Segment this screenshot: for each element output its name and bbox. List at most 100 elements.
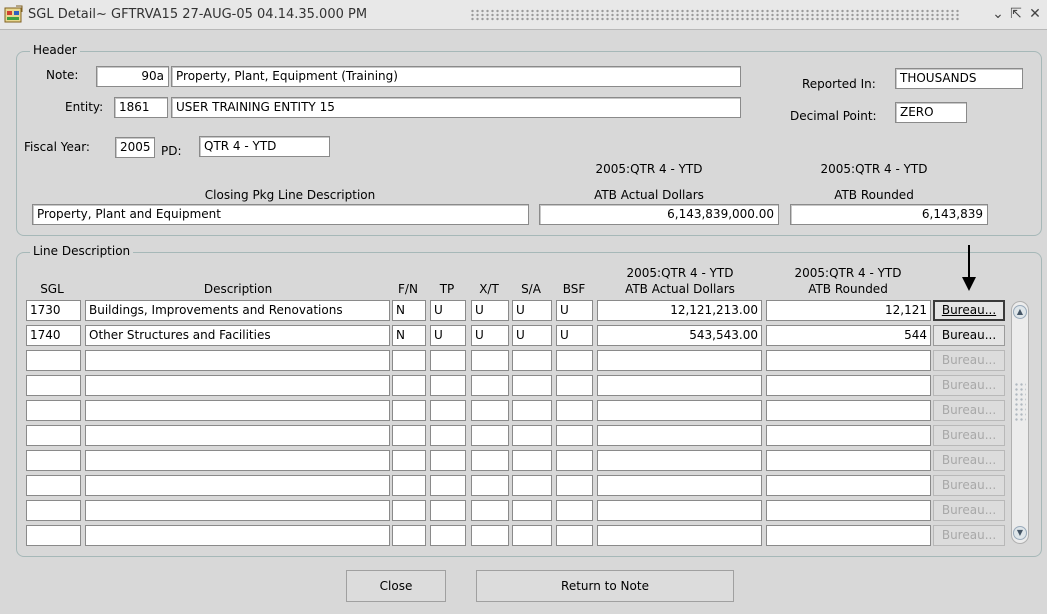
row-10-description-cell[interactable] (85, 525, 390, 546)
row-7-sgl-cell[interactable] (26, 450, 81, 471)
row-1-actual-cell[interactable]: 12,121,213.00 (597, 300, 762, 321)
row-10-rounded-cell[interactable] (766, 525, 931, 546)
row-1-bsf-cell[interactable]: U (556, 300, 593, 321)
row-6-sgl-cell[interactable] (26, 425, 81, 446)
row-2-fn-cell[interactable]: N (392, 325, 426, 346)
row-6-bsf-cell[interactable] (556, 425, 593, 446)
row-4-actual-cell[interactable] (597, 375, 762, 396)
row-1-sa-cell[interactable]: U (512, 300, 552, 321)
row-10-bsf-cell[interactable] (556, 525, 593, 546)
row-6-rounded-cell[interactable] (766, 425, 931, 446)
note-number-field[interactable]: 90a (96, 66, 169, 87)
row-3-sa-cell[interactable] (512, 350, 552, 371)
row-1-sgl-cell[interactable]: 1730 (26, 300, 81, 321)
atb-rounded-field[interactable]: 6,143,839 (790, 204, 988, 225)
row-3-actual-cell[interactable] (597, 350, 762, 371)
row-9-bureau-button[interactable]: Bureau... (933, 500, 1005, 521)
row-10-tp-cell[interactable] (430, 525, 466, 546)
row-1-bureau-button[interactable]: Bureau... (933, 300, 1005, 321)
rows-scrollbar[interactable]: ▲ ▼ (1011, 301, 1029, 544)
row-7-fn-cell[interactable] (392, 450, 426, 471)
row-4-bureau-button[interactable]: Bureau... (933, 375, 1005, 396)
row-8-tp-cell[interactable] (430, 475, 466, 496)
row-5-tp-cell[interactable] (430, 400, 466, 421)
close-button[interactable]: Close (346, 570, 446, 602)
atb-actual-field[interactable]: 6,143,839,000.00 (539, 204, 779, 225)
row-2-bsf-cell[interactable]: U (556, 325, 593, 346)
row-10-fn-cell[interactable] (392, 525, 426, 546)
row-7-xt-cell[interactable] (471, 450, 509, 471)
row-7-sa-cell[interactable] (512, 450, 552, 471)
entity-name-field[interactable]: USER TRAINING ENTITY 15 (171, 97, 741, 118)
row-1-description-cell[interactable]: Buildings, Improvements and Renovations (85, 300, 390, 321)
row-8-rounded-cell[interactable] (766, 475, 931, 496)
row-9-actual-cell[interactable] (597, 500, 762, 521)
row-8-description-cell[interactable] (85, 475, 390, 496)
row-6-bureau-button[interactable]: Bureau... (933, 425, 1005, 446)
row-4-rounded-cell[interactable] (766, 375, 931, 396)
row-5-sa-cell[interactable] (512, 400, 552, 421)
row-5-sgl-cell[interactable] (26, 400, 81, 421)
row-7-bureau-button[interactable]: Bureau... (933, 450, 1005, 471)
row-2-description-cell[interactable]: Other Structures and Facilities (85, 325, 390, 346)
row-5-description-cell[interactable] (85, 400, 390, 421)
row-5-xt-cell[interactable] (471, 400, 509, 421)
row-6-tp-cell[interactable] (430, 425, 466, 446)
row-4-bsf-cell[interactable] (556, 375, 593, 396)
row-10-sgl-cell[interactable] (26, 525, 81, 546)
closing-desc-field[interactable]: Property, Plant and Equipment (32, 204, 529, 225)
row-1-fn-cell[interactable]: N (392, 300, 426, 321)
row-7-bsf-cell[interactable] (556, 450, 593, 471)
row-10-sa-cell[interactable] (512, 525, 552, 546)
row-9-fn-cell[interactable] (392, 500, 426, 521)
row-4-sa-cell[interactable] (512, 375, 552, 396)
row-5-actual-cell[interactable] (597, 400, 762, 421)
row-10-xt-cell[interactable] (471, 525, 509, 546)
row-5-bureau-button[interactable]: Bureau... (933, 400, 1005, 421)
row-10-bureau-button[interactable]: Bureau... (933, 525, 1005, 546)
reported-in-field[interactable]: THOUSANDS (895, 68, 1023, 89)
row-3-tp-cell[interactable] (430, 350, 466, 371)
row-9-xt-cell[interactable] (471, 500, 509, 521)
row-1-xt-cell[interactable]: U (471, 300, 509, 321)
minimize-icon[interactable]: ⌄ (990, 6, 1006, 22)
return-to-note-button[interactable]: Return to Note (476, 570, 734, 602)
row-3-description-cell[interactable] (85, 350, 390, 371)
pd-field[interactable]: QTR 4 - YTD (199, 136, 330, 157)
decimal-point-field[interactable]: ZERO (895, 102, 967, 123)
row-7-tp-cell[interactable] (430, 450, 466, 471)
close-icon[interactable]: ✕ (1027, 6, 1043, 22)
row-2-sgl-cell[interactable]: 1740 (26, 325, 81, 346)
row-6-description-cell[interactable] (85, 425, 390, 446)
row-9-description-cell[interactable] (85, 500, 390, 521)
row-4-sgl-cell[interactable] (26, 375, 81, 396)
row-6-actual-cell[interactable] (597, 425, 762, 446)
title-bar[interactable]: SGL Detail~ GFTRVA15 27-AUG-05 04.14.35.… (0, 0, 1047, 30)
row-10-actual-cell[interactable] (597, 525, 762, 546)
row-4-description-cell[interactable] (85, 375, 390, 396)
row-8-bureau-button[interactable]: Bureau... (933, 475, 1005, 496)
note-description-field[interactable]: Property, Plant, Equipment (Training) (171, 66, 741, 87)
row-3-rounded-cell[interactable] (766, 350, 931, 371)
row-9-rounded-cell[interactable] (766, 500, 931, 521)
row-4-xt-cell[interactable] (471, 375, 509, 396)
row-2-tp-cell[interactable]: U (430, 325, 466, 346)
fiscal-year-field[interactable]: 2005 (115, 137, 155, 158)
row-3-fn-cell[interactable] (392, 350, 426, 371)
row-9-tp-cell[interactable] (430, 500, 466, 521)
row-3-bsf-cell[interactable] (556, 350, 593, 371)
row-9-sgl-cell[interactable] (26, 500, 81, 521)
row-9-bsf-cell[interactable] (556, 500, 593, 521)
row-2-actual-cell[interactable]: 543,543.00 (597, 325, 762, 346)
row-6-sa-cell[interactable] (512, 425, 552, 446)
row-7-description-cell[interactable] (85, 450, 390, 471)
row-2-xt-cell[interactable]: U (471, 325, 509, 346)
row-1-rounded-cell[interactable]: 12,121 (766, 300, 931, 321)
row-4-tp-cell[interactable] (430, 375, 466, 396)
row-2-sa-cell[interactable]: U (512, 325, 552, 346)
row-8-sgl-cell[interactable] (26, 475, 81, 496)
row-8-sa-cell[interactable] (512, 475, 552, 496)
row-5-fn-cell[interactable] (392, 400, 426, 421)
row-9-sa-cell[interactable] (512, 500, 552, 521)
entity-number-field[interactable]: 1861 (114, 97, 168, 118)
